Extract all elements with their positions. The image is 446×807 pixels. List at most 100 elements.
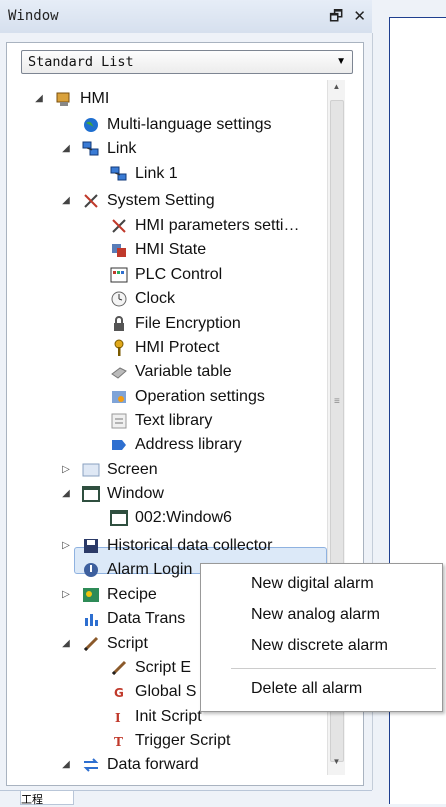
grip-icon: ≡	[334, 396, 340, 407]
tree-item[interactable]: System Setting	[82, 190, 215, 212]
collapse-icon[interactable]: ◢	[61, 488, 71, 499]
pen-icon	[110, 659, 128, 677]
tree-item-label: HMI parameters setti…	[135, 217, 300, 234]
text-icon	[110, 412, 128, 430]
tree-item[interactable]: Script	[82, 633, 148, 655]
state-icon	[110, 241, 128, 259]
collapse-icon[interactable]: ◢	[61, 143, 71, 154]
tree-item-label: PLC Control	[135, 266, 223, 283]
tree-item[interactable]: Operation settings	[110, 386, 265, 408]
tree-item-label: Historical data collector	[107, 537, 273, 554]
chevron-down-icon: ▼	[336, 56, 346, 67]
context-menu: New digital alarm New analog alarm New d…	[200, 563, 443, 712]
tree-item-label: HMI State	[135, 241, 207, 258]
tree-item[interactable]: HMI State	[110, 239, 206, 261]
tree-item[interactable]: Recipe	[82, 584, 157, 606]
tree-item[interactable]: File Encryption	[110, 313, 241, 335]
tree-item[interactable]: HMI parameters setti…	[110, 215, 299, 237]
tree-item[interactable]: HMI Protect	[110, 337, 219, 359]
tree-item[interactable]: Historical data collector	[82, 535, 272, 557]
tree-item[interactable]: 002:Window6	[110, 507, 232, 529]
script-i-icon: I	[110, 708, 128, 726]
address-icon	[110, 436, 128, 454]
tree-item-label: Variable table	[135, 363, 232, 380]
tree-item[interactable]: Link	[82, 138, 136, 160]
menu-item-new-digital-alarm[interactable]: New digital alarm	[251, 575, 374, 593]
float-icon[interactable]: 🗗	[329, 8, 343, 25]
script-g-icon: G	[110, 683, 128, 701]
tree-item[interactable]: Multi-language settings	[82, 114, 272, 136]
tree-item-label: Address library	[135, 436, 242, 453]
tree-item-label: HMI	[80, 90, 110, 107]
close-icon[interactable]: ✕	[353, 8, 366, 25]
collapse-icon[interactable]: ◢	[61, 759, 71, 770]
collapse-icon[interactable]: ◢	[34, 93, 44, 104]
expand-icon[interactable]: ▷	[61, 464, 71, 475]
tree-item[interactable]: Window	[82, 483, 164, 505]
tree-item-label: HMI Protect	[135, 339, 220, 356]
tree-item[interactable]: Variable table	[110, 361, 232, 383]
tree-item-label: Text library	[135, 412, 213, 429]
tree-item-label: Screen	[107, 461, 158, 478]
script-t-icon: T	[110, 732, 128, 750]
menu-item-new-analog-alarm[interactable]: New analog alarm	[251, 606, 380, 624]
link-icon	[110, 165, 128, 183]
menu-item-new-discrete-alarm[interactable]: New discrete alarm	[251, 637, 388, 655]
tools-icon	[82, 192, 100, 210]
tree-item[interactable]: Screen	[82, 459, 158, 481]
tree-item-label: Trigger Script	[135, 732, 231, 749]
svg-text:T: T	[114, 735, 123, 749]
expand-icon[interactable]: ▷	[61, 540, 71, 551]
link-icon	[82, 140, 100, 158]
tree-item-label: Link 1	[135, 165, 178, 182]
tree-item[interactable]: Address library	[110, 434, 242, 456]
expand-icon[interactable]: ▷	[61, 589, 71, 600]
tree-item-label: Script	[107, 635, 148, 652]
tools-icon	[110, 217, 128, 235]
window-icon	[82, 485, 100, 503]
tree-item-label: Alarm Login	[107, 561, 193, 578]
window-icon	[110, 509, 128, 527]
tree-item[interactable]: T Trigger Script	[110, 730, 230, 752]
tree-item-label: Data forward	[107, 756, 199, 773]
menu-item-delete-all-alarm[interactable]: Delete all alarm	[251, 680, 362, 698]
recipe-icon	[82, 586, 100, 604]
settings-icon	[110, 388, 128, 406]
tree-item-label: Data Trans	[107, 610, 186, 627]
tree-item[interactable]: Script E	[110, 657, 191, 679]
svg-text:I: I	[115, 711, 121, 725]
pen-icon	[82, 635, 100, 653]
tree-item[interactable]: Link 1	[110, 163, 178, 185]
tree-item[interactable]: Text library	[110, 410, 212, 432]
tree-item[interactable]: G Global S	[110, 681, 196, 703]
tree-item-label: Clock	[135, 290, 176, 307]
tree-item[interactable]: Data Trans	[82, 608, 185, 630]
tree-item-label: Init Script	[135, 708, 202, 725]
tree-item-label: Operation settings	[135, 388, 265, 405]
tree-item[interactable]: HMI	[55, 88, 109, 110]
lock-icon	[110, 315, 128, 333]
tree-item-label: Window	[107, 485, 164, 502]
globe-icon	[82, 116, 100, 134]
collapse-icon[interactable]: ◢	[61, 195, 71, 206]
tree-item-label: Script E	[135, 659, 192, 676]
hmi-icon	[55, 90, 73, 108]
scroll-down-icon[interactable]: ▼	[328, 757, 345, 773]
plc-icon	[110, 266, 128, 284]
tree-item-label: Global S	[135, 683, 197, 700]
chart-icon	[82, 610, 100, 628]
table-icon	[110, 363, 128, 381]
tree-item[interactable]: Clock	[110, 288, 175, 310]
tree-item[interactable]: Alarm Login	[82, 559, 192, 581]
tree-item[interactable]: I Init Script	[110, 706, 202, 728]
scroll-up-icon[interactable]: ▲	[328, 82, 345, 98]
tree-item-label: System Setting	[107, 192, 215, 209]
tree-item[interactable]: PLC Control	[110, 264, 222, 286]
save-icon	[82, 537, 100, 555]
collapse-icon[interactable]: ◢	[61, 638, 71, 649]
tree-item[interactable]: Data forward	[82, 754, 199, 776]
menu-separator	[231, 668, 436, 669]
tree-item-label: 002:Window6	[135, 509, 232, 526]
tab-label: 工程	[21, 794, 43, 806]
tree-item-label: Multi-language settings	[107, 116, 272, 133]
